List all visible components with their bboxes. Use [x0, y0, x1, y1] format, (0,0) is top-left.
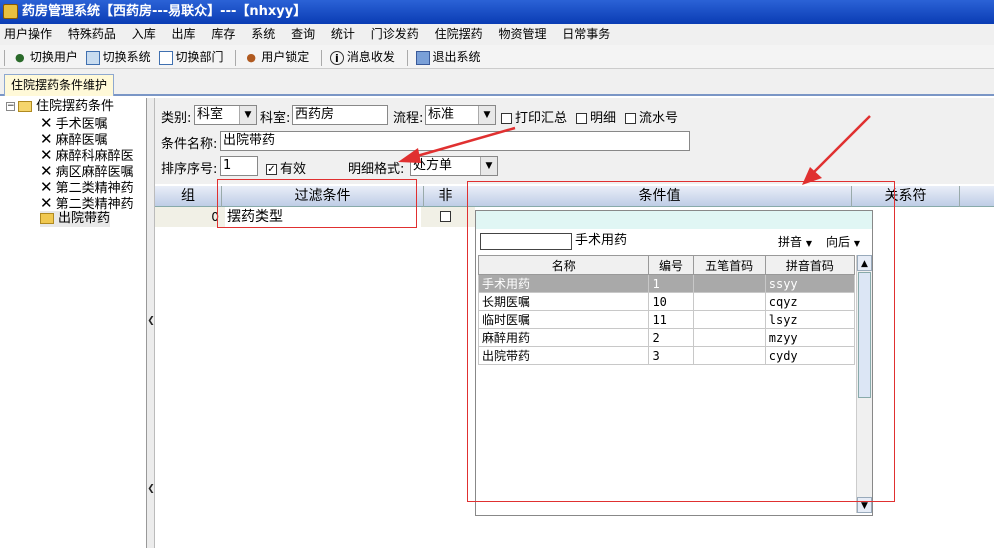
menu-user-ops[interactable]: 用户操作 — [4, 24, 58, 45]
cell-group[interactable]: 0 — [155, 207, 219, 227]
switch-system-button[interactable]: 切换系统 — [85, 45, 151, 69]
switch-department-button[interactable]: 切换部门 — [158, 45, 224, 69]
print-summary-checkbox[interactable]: 打印汇总 — [501, 107, 567, 126]
switch-system-icon — [85, 50, 100, 65]
switch-user-button[interactable]: ● 切换用户 — [13, 45, 78, 69]
menu-system[interactable]: 系统 — [251, 24, 281, 45]
exit-icon — [415, 50, 430, 65]
cross-icon: ✕ — [40, 194, 53, 212]
toolbar: ● 切换用户 切换系统 切换部门 ● 用户锁定 i 消息收发 退出系统 — [0, 45, 994, 69]
tab-inpatient-condition[interactable]: 住院摆药条件维护 — [4, 74, 115, 96]
col-group[interactable]: 组 — [155, 186, 222, 207]
toolbar-grip — [4, 49, 5, 66]
tree-item-selected[interactable]: 出院带药 — [40, 211, 111, 227]
checkbox-icon[interactable] — [625, 113, 636, 124]
detail-format-select[interactable]: 处方单 ▼ — [410, 156, 498, 176]
tab-bar: 住院摆药条件维护 — [0, 69, 994, 96]
dropdown-arrow-icon[interactable]: ▼ — [478, 106, 495, 124]
condition-tree: − 住院摆药条件 ✕ 手术医嘱 ✕ 麻醉医嘱 ✕ 麻醉科麻醉医 ✕ 病区麻醉医嘱 ✕ 第二类… — [0, 98, 147, 548]
annotation-box-value — [467, 181, 895, 502]
serial-checkbox[interactable]: 流水号 — [625, 107, 678, 126]
toolbar-separator — [235, 49, 237, 66]
checkbox-icon[interactable] — [576, 113, 587, 124]
menu-inventory[interactable]: 库存 — [211, 24, 241, 45]
window-title: 药房管理系统【西药房---易联众】---【nhxyy】 — [22, 4, 307, 19]
menu-outpatient[interactable]: 门诊发药 — [371, 24, 425, 45]
menu-daily[interactable]: 日常事务 — [562, 24, 616, 45]
user-lock-button[interactable]: ● 用户锁定 — [244, 45, 309, 69]
menu-bar: 用户操作 特殊药品 入库 出库 库存 系统 查询 统计 门诊发药 住院摆药 物资… — [0, 24, 994, 45]
toolbar-separator — [321, 49, 323, 66]
valid-checkbox[interactable]: ✓ 有效 — [266, 158, 306, 177]
cond-name-label: 条件名称: — [161, 137, 218, 152]
checkbox-icon[interactable] — [501, 113, 512, 124]
dept-label: 科室: — [260, 111, 291, 126]
menu-inpatient[interactable]: 住院摆药 — [435, 24, 489, 45]
flow-label: 流程: — [393, 111, 424, 126]
annotation-box-filter — [217, 179, 417, 228]
chevron-left-icon[interactable]: ❮ — [147, 484, 155, 494]
title-bar: 药房管理系统【西药房---易联众】---【nhxyy】 — [0, 0, 994, 24]
sort-label: 排序序号: — [161, 162, 218, 177]
cond-name-input[interactable]: 出院带药 — [220, 131, 690, 151]
open-folder-icon — [40, 213, 54, 224]
detail-format-label: 明细格式: — [348, 162, 405, 177]
tree-root[interactable]: − 住院摆药条件 — [6, 99, 114, 115]
menu-statistics[interactable]: 统计 — [331, 24, 361, 45]
category-select[interactable]: 科室 ▼ — [194, 105, 257, 125]
messages-button[interactable]: i 消息收发 — [329, 45, 395, 69]
detail-checkbox[interactable]: 明细 — [576, 107, 616, 126]
dropdown-arrow-icon[interactable]: ▼ — [239, 106, 256, 124]
dropdown-arrow-icon[interactable]: ▼ — [480, 157, 497, 175]
folder-icon — [18, 101, 32, 112]
col-not[interactable]: 非 — [424, 186, 468, 207]
users-icon: ● — [15, 50, 25, 64]
menu-stock-in[interactable]: 入库 — [132, 24, 162, 45]
collapse-icon[interactable]: − — [6, 102, 15, 111]
chevron-left-icon[interactable]: ❮ — [147, 316, 155, 326]
user-lock-icon: ● — [246, 50, 256, 64]
cell-not-checkbox[interactable] — [440, 211, 451, 222]
toolbar-separator — [406, 49, 408, 66]
sort-input[interactable]: 1 — [220, 156, 258, 176]
exit-button[interactable]: 退出系统 — [415, 45, 481, 69]
checkbox-checked-icon[interactable]: ✓ — [266, 164, 277, 175]
menu-materials[interactable]: 物资管理 — [498, 24, 552, 45]
splitter[interactable]: ❮ ❮ — [147, 98, 155, 548]
menu-special-drugs[interactable]: 特殊药品 — [68, 24, 122, 45]
dept-input[interactable]: 西药房 — [292, 105, 388, 125]
flow-select[interactable]: 标准 ▼ — [425, 105, 496, 125]
menu-stock-out[interactable]: 出库 — [172, 24, 202, 45]
department-icon — [158, 50, 173, 65]
info-icon: i — [329, 50, 344, 65]
condition-form: 类别: 科室 ▼ 科室: 西药房 流程: 标准 ▼ 打印汇总 明细 流水号 条件名称… — [155, 98, 994, 184]
category-label: 类别: — [161, 111, 192, 126]
app-icon — [3, 4, 18, 19]
menu-query[interactable]: 查询 — [291, 24, 321, 45]
